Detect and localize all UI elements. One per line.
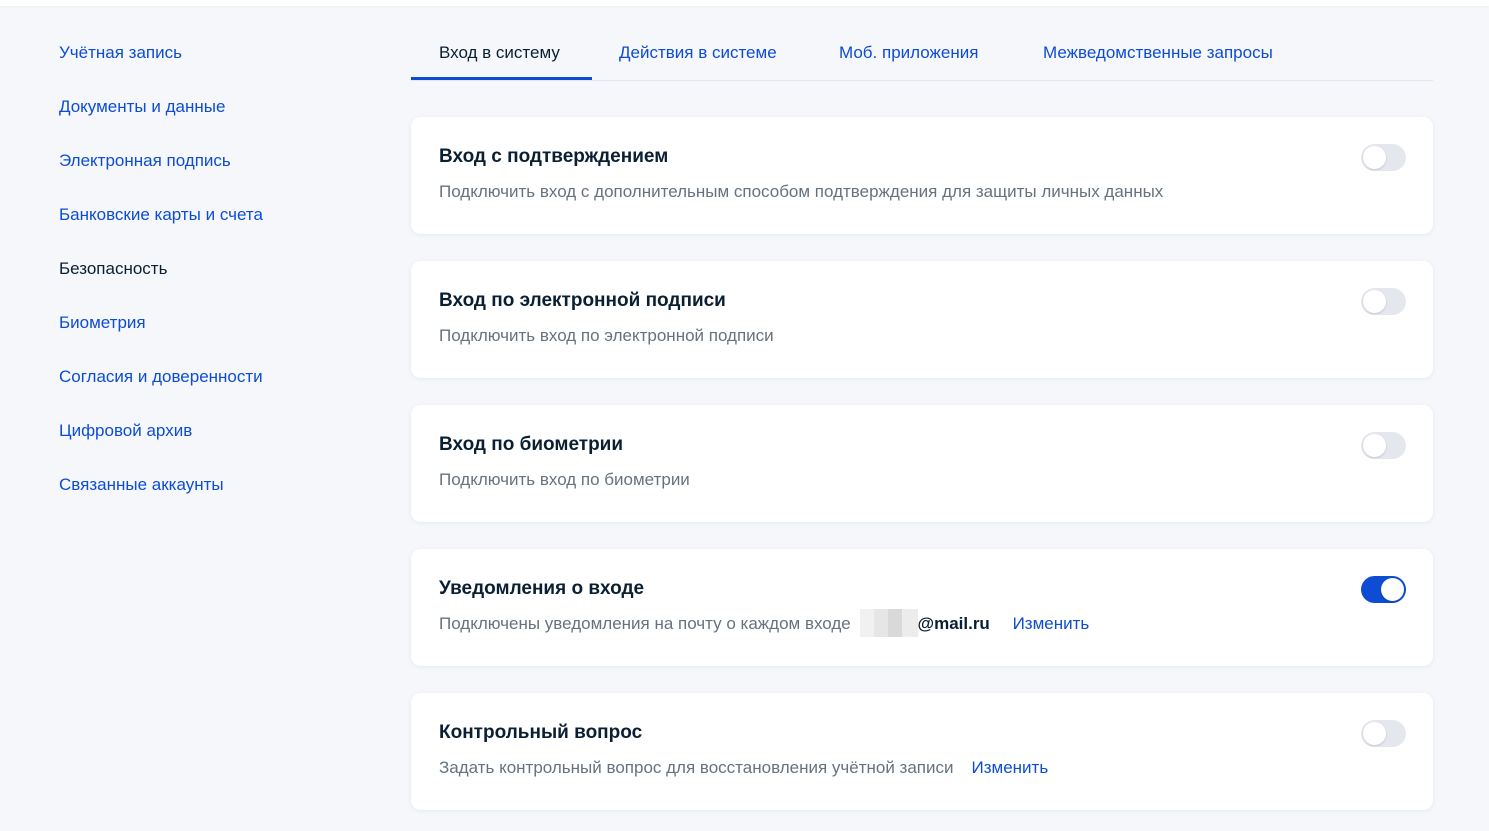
security-question-toggle[interactable] [1361, 720, 1406, 747]
tab-interagency-requests[interactable]: Межведомственные запросы [1043, 40, 1273, 66]
tab-bar: Вход в систему Действия в системе Моб. п… [411, 0, 1433, 81]
sidebar-item-consents[interactable]: Согласия и доверенности [59, 364, 359, 418]
main-content: Вход в систему Действия в системе Моб. п… [411, 0, 1433, 810]
sidebar-item-biometrics[interactable]: Биометрия [59, 310, 359, 364]
change-security-question-link[interactable]: Изменить [972, 758, 1049, 777]
sidebar-item-e-signature[interactable]: Электронная подпись [59, 148, 359, 202]
setting-description: Подключить вход по электронной подписи [439, 326, 774, 345]
redacted-email-username [859, 608, 918, 637]
tab-login[interactable]: Вход в систему [439, 40, 560, 66]
biometric-login-toggle[interactable] [1361, 432, 1406, 459]
setting-title: Уведомления о входе [439, 578, 645, 599]
toggle-knob [1363, 146, 1386, 169]
setting-description: Подключить вход по биометрии [439, 470, 690, 489]
login-notifications-toggle[interactable] [1361, 576, 1406, 603]
setting-card-e-signature-login: Вход по электронной подписи Подключить в… [411, 261, 1433, 378]
setting-description: Задать контрольный вопрос для восстановл… [439, 758, 954, 777]
tab-mobile-apps[interactable]: Моб. приложения [839, 40, 978, 66]
setting-description: Подключены уведомления на почту о каждом… [439, 614, 851, 633]
setting-description-row: Задать контрольный вопрос для восстановл… [439, 755, 1048, 781]
email-domain: @mail.ru [917, 614, 990, 633]
notification-email: @mail.ru [859, 608, 990, 637]
toggle-knob [1363, 434, 1386, 457]
sidebar-item-account[interactable]: Учётная запись [59, 40, 359, 94]
setting-card-security-question: Контрольный вопрос Задать контрольный во… [411, 693, 1433, 810]
sidebar-item-documents[interactable]: Документы и данные [59, 94, 359, 148]
setting-title: Вход по электронной подписи [439, 290, 726, 311]
sidebar-item-linked-accounts[interactable]: Связанные аккаунты [59, 472, 359, 526]
sidebar-item-digital-archive[interactable]: Цифровой архив [59, 418, 359, 472]
sidebar-item-bank-cards[interactable]: Банковские карты и счета [59, 202, 359, 256]
sidebar-nav: Учётная запись Документы и данные Электр… [59, 40, 359, 526]
setting-card-confirmed-login: Вход с подтверждением Подключить вход с … [411, 117, 1433, 234]
toggle-knob [1363, 290, 1386, 313]
toggle-knob [1363, 722, 1386, 745]
e-signature-login-toggle[interactable] [1361, 288, 1406, 315]
setting-card-biometric-login: Вход по биометрии Подключить вход по био… [411, 405, 1433, 522]
setting-card-login-notifications: Уведомления о входе Подключены уведомлен… [411, 549, 1433, 666]
sidebar-item-security[interactable]: Безопасность [59, 256, 359, 310]
setting-title: Контрольный вопрос [439, 722, 643, 743]
setting-title: Вход по биометрии [439, 434, 624, 455]
tab-system-actions[interactable]: Действия в системе [619, 40, 777, 66]
confirmed-login-toggle[interactable] [1361, 144, 1406, 171]
active-tab-indicator [411, 77, 592, 80]
setting-description-row: Подключены уведомления на почту о каждом… [439, 608, 1090, 637]
change-email-link[interactable]: Изменить [1013, 614, 1090, 633]
toggle-knob [1381, 578, 1404, 601]
setting-title: Вход с подтверждением [439, 146, 669, 167]
setting-description: Подключить вход с дополнительным способо… [439, 182, 1164, 201]
